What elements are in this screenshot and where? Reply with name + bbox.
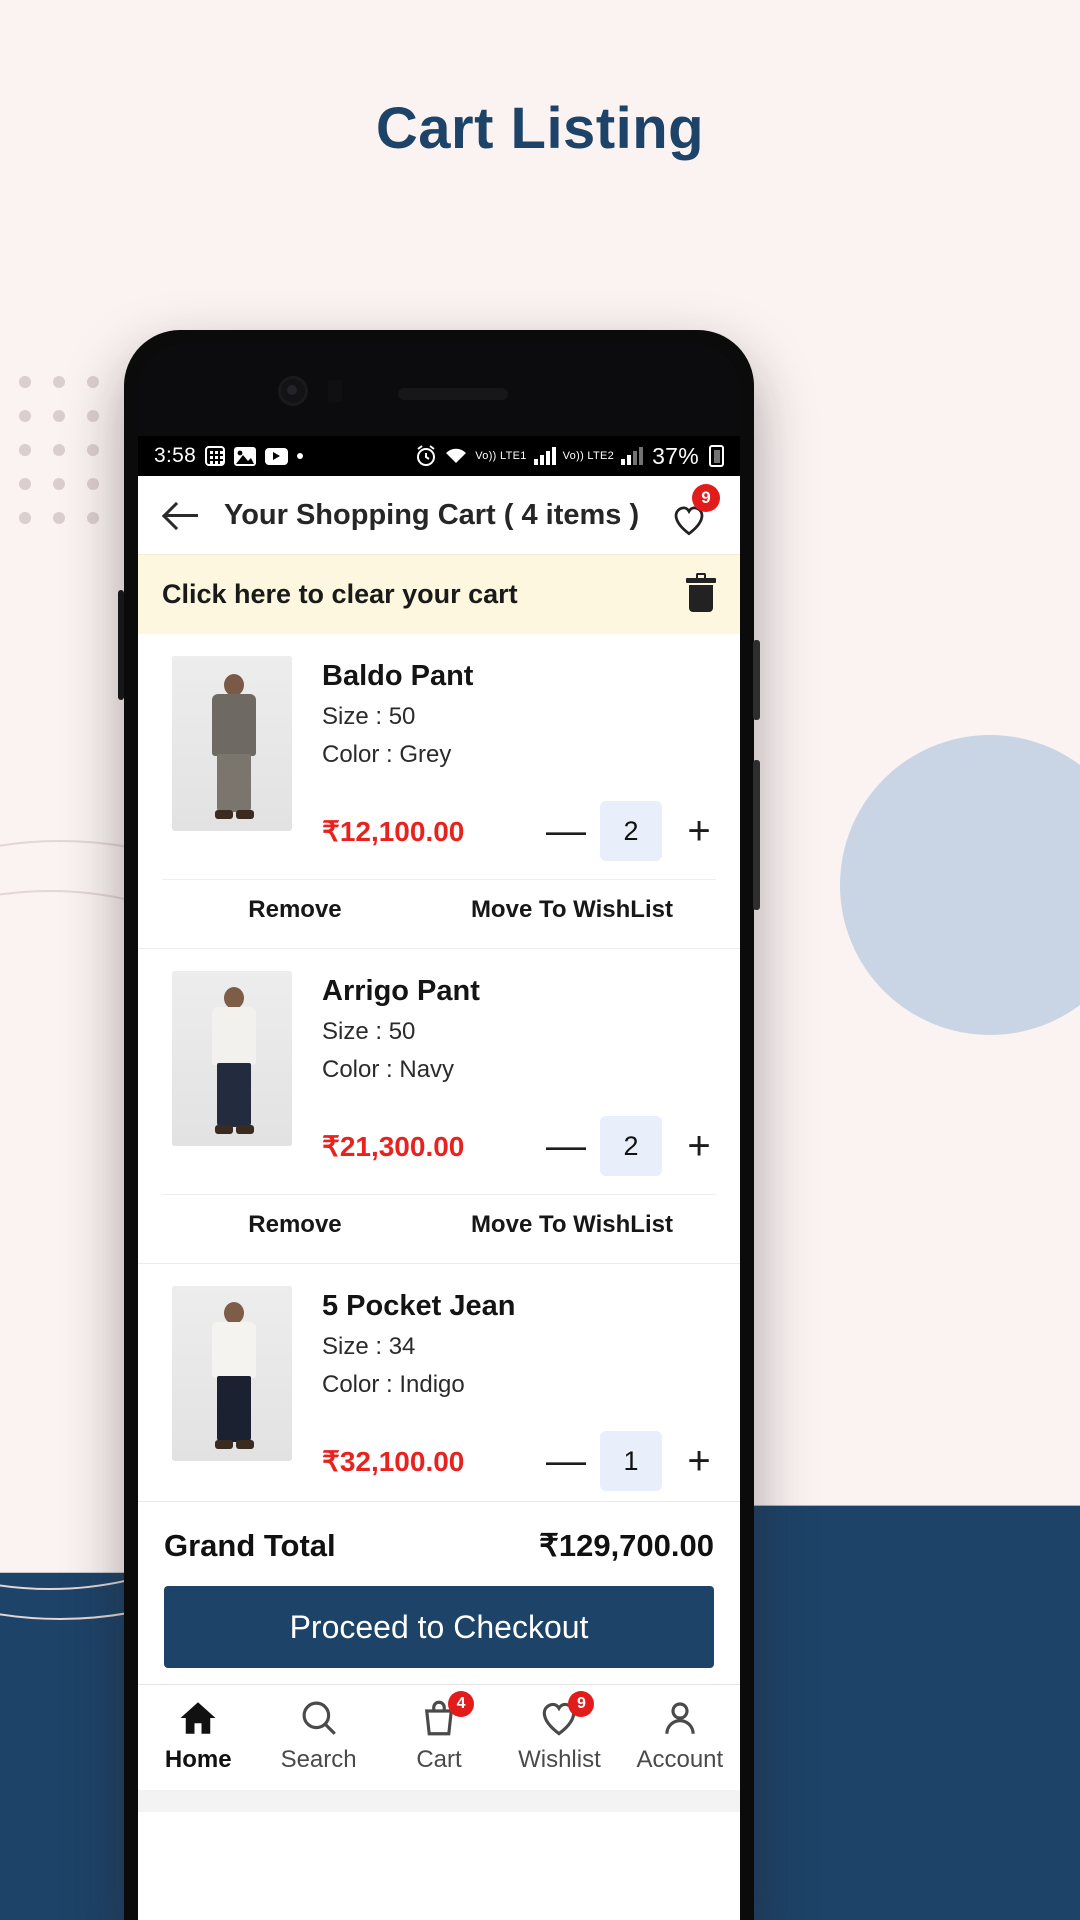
bag-icon: 4 [418, 1691, 475, 1739]
battery-icon [709, 445, 724, 467]
increment-button[interactable]: + [682, 1126, 716, 1166]
quantity-value[interactable]: 2 [600, 801, 662, 861]
nav-label-account: Account [636, 1746, 724, 1773]
proceed-to-checkout-button[interactable]: Proceed to Checkout [164, 1586, 714, 1668]
wifi-icon [444, 446, 468, 466]
decrement-button[interactable]: — [546, 1126, 586, 1166]
grand-total-label: Grand Total [164, 1528, 336, 1563]
bottom-navigation: Home Search 4 Cart 9 Wishlist Account [138, 1684, 740, 1790]
quantity-value[interactable]: 2 [600, 1116, 662, 1176]
product-price: ₹21,300.00 [322, 1130, 465, 1162]
remove-button[interactable]: Remove [162, 896, 428, 924]
youtube-icon [265, 447, 289, 465]
product-color: Color : Grey [322, 741, 452, 768]
sim1-label: Vo)) LTE1 [475, 450, 527, 462]
nav-item-search[interactable]: Search [258, 1697, 378, 1774]
signal-bars-sim1 [533, 447, 556, 465]
sim2-label: Vo)) LTE2 [562, 450, 615, 462]
decrement-button[interactable]: — [546, 811, 586, 851]
signal-bars-sim2 [621, 447, 644, 465]
quantity-stepper: — 1 + [546, 1431, 716, 1491]
increment-button[interactable]: + [682, 1441, 716, 1481]
phone-notch [138, 344, 740, 436]
product-size: Size : 50 [322, 703, 416, 730]
nav-item-account[interactable]: Account [620, 1697, 740, 1774]
earpiece-speaker [398, 388, 508, 400]
nav-item-home[interactable]: Home [138, 1697, 258, 1774]
keypad-icon [205, 446, 226, 466]
clear-cart-label: Click here to clear your cart [162, 579, 518, 609]
quantity-stepper: — 2 + [546, 801, 716, 861]
page-header-title: Your Shopping Cart ( 4 items ) [224, 498, 640, 531]
nav-item-cart[interactable]: 4 Cart [379, 1691, 499, 1774]
cart-badge: 4 [448, 1691, 475, 1717]
trash-icon[interactable] [686, 572, 716, 612]
phone-volume-button [753, 760, 760, 910]
heart-icon: 9 [538, 1691, 595, 1739]
product-size: Size : 34 [322, 1333, 416, 1360]
product-name: Arrigo Pant [322, 975, 480, 1007]
grand-total-row: Grand Total ₹129,700.00 [138, 1501, 740, 1582]
wishlist-nav-badge: 9 [568, 1691, 595, 1717]
header-wishlist-button[interactable]: 9 [664, 484, 720, 542]
home-icon [177, 1697, 219, 1739]
nav-item-wishlist[interactable]: 9 Wishlist [499, 1691, 619, 1774]
increment-button[interactable]: + [682, 811, 716, 851]
decor-dot-grid [8, 365, 110, 535]
wishlist-badge: 9 [692, 484, 720, 512]
table-row: Baldo Pant Size : 50 Color : Grey ₹12,10… [138, 634, 740, 949]
person-icon [659, 1697, 701, 1739]
decrement-button[interactable]: — [546, 1441, 586, 1481]
cart-items-list: Baldo Pant Size : 50 Color : Grey ₹12,10… [138, 634, 740, 1501]
remove-button[interactable]: Remove [162, 1211, 428, 1239]
product-name: Baldo Pant [322, 660, 474, 692]
page-title: Cart Listing [375, 96, 705, 161]
search-icon [298, 1697, 340, 1739]
decor-circle-right [840, 735, 1080, 1035]
table-row: 5 Pocket Jean Size : 34 Color : Indigo ₹… [138, 1264, 740, 1501]
app-header: Your Shopping Cart ( 4 items ) 9 [138, 476, 740, 554]
clear-cart-bar[interactable]: Click here to clear your cart [138, 554, 740, 634]
nav-label-home: Home [164, 1746, 232, 1773]
product-color: Color : Navy [322, 1056, 455, 1083]
product-name: 5 Pocket Jean [322, 1290, 516, 1322]
app-screen: Your Shopping Cart ( 4 items ) 9 Click h… [138, 476, 740, 1920]
grand-total-value: ₹129,700.00 [539, 1528, 714, 1563]
quantity-stepper: — 2 + [546, 1116, 716, 1176]
phone-power-button [753, 640, 760, 720]
table-row: Arrigo Pant Size : 50 Color : Navy ₹21,3… [138, 949, 740, 1264]
move-to-wishlist-button[interactable]: Move To WishList [428, 1211, 716, 1239]
sensor-icon [328, 380, 342, 402]
battery-percent: 37% [652, 442, 699, 469]
alarm-icon [415, 445, 437, 467]
status-time: 3:58 [154, 444, 197, 467]
front-camera-icon [278, 376, 308, 406]
product-color: Color : Indigo [322, 1371, 465, 1398]
product-thumbnail[interactable] [172, 656, 292, 831]
product-price: ₹12,100.00 [322, 815, 465, 847]
move-to-wishlist-button[interactable]: Move To WishList [428, 896, 716, 924]
nav-label-cart: Cart [416, 1746, 462, 1773]
product-thumbnail[interactable] [172, 1286, 292, 1461]
system-nav-strip [138, 1790, 740, 1812]
phone-mockup: 3:58 Vo)) LTE1 Vo)) LTE2 37% Your Shoppi… [118, 330, 760, 1920]
product-thumbnail[interactable] [172, 971, 292, 1146]
status-bar: 3:58 Vo)) LTE1 Vo)) LTE2 37% [138, 436, 740, 476]
photos-icon [234, 446, 257, 466]
nav-label-wishlist: Wishlist [518, 1746, 601, 1773]
product-size: Size : 50 [322, 1018, 416, 1045]
phone-left-button [118, 590, 124, 700]
dot-icon [297, 453, 304, 459]
nav-label-search: Search [280, 1746, 357, 1773]
quantity-value[interactable]: 1 [600, 1431, 662, 1491]
back-arrow-icon[interactable] [160, 493, 204, 537]
product-price: ₹32,100.00 [322, 1445, 465, 1477]
